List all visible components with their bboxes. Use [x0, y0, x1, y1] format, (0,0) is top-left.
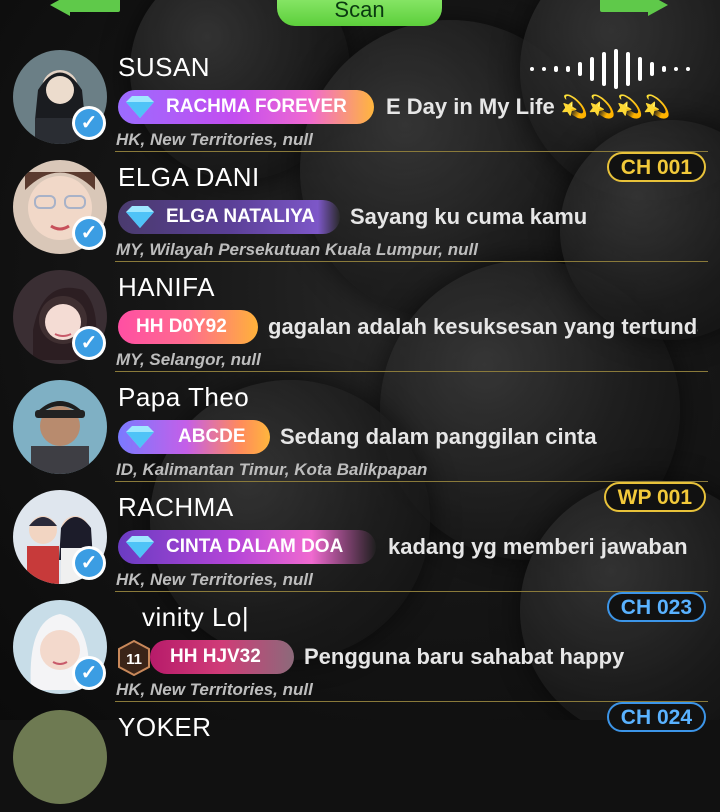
user-badge: RACHMA FOREVER: [118, 90, 374, 124]
user-badge-label: HH HJV32: [170, 646, 261, 667]
user-status: kadang yg memberi jawaban: [388, 534, 688, 559]
list-item[interactable]: ✓ RACHMA CINTA DALAM DOA kadang yg membe…: [0, 482, 720, 592]
verified-icon: ✓: [72, 656, 106, 690]
room-tag[interactable]: CH 001: [606, 152, 706, 182]
user-badge-label: HH D0Y92: [136, 316, 227, 337]
avatar[interactable]: [13, 710, 107, 804]
user-list: ✓ SUSAN RACHMA FOREVER E Day in My Life …: [0, 42, 720, 812]
verified-icon: ✓: [72, 326, 106, 360]
user-location: MY, Selangor, null: [116, 350, 261, 369]
diamond-icon: [118, 420, 162, 454]
user-badge: ABCDE: [118, 420, 270, 454]
arrow-left-icon[interactable]: [50, 0, 70, 16]
top-bar: Scan: [0, 0, 720, 36]
avatar[interactable]: [13, 380, 107, 474]
user-name: ELGA DANI: [118, 162, 260, 192]
user-name: Papa Theo: [118, 382, 250, 412]
user-location: MY, Wilayah Persekutuan Kuala Lumpur, nu…: [116, 240, 478, 259]
arrow-right-icon[interactable]: [648, 0, 668, 16]
room-tag[interactable]: WP 001: [603, 482, 706, 512]
user-location: HK, New Territories, null: [116, 680, 313, 699]
user-badge: ELGA NATALIYA: [118, 200, 340, 234]
arrow-left-tail[interactable]: [68, 0, 120, 12]
scan-button-label: Scan: [334, 0, 385, 22]
user-status: Sayang ku cuma kamu: [350, 204, 588, 229]
user-location: HK, New Territories, null: [116, 130, 313, 149]
diamond-icon: [118, 530, 162, 564]
list-item[interactable]: ✓ vinity Lo| 11 HH HJV32 Pengguna baru s…: [0, 592, 720, 702]
user-badge-label: ABCDE: [178, 426, 246, 447]
user-status: Sedang dalam panggilan cinta: [280, 424, 597, 449]
user-badge-label: ELGA NATALIYA: [166, 206, 315, 227]
audio-wave-icon: [530, 49, 700, 89]
user-badge: HH D0Y92: [118, 310, 258, 344]
user-badge-label: RACHMA FOREVER: [166, 96, 347, 117]
user-badge: CINTA DALAM DOA: [118, 530, 376, 564]
user-name: YOKER: [118, 712, 212, 742]
arrow-right-tail[interactable]: [600, 0, 650, 12]
user-name: SUSAN: [118, 52, 211, 82]
diamond-icon: [118, 200, 162, 234]
room-tag[interactable]: CH 024: [606, 702, 706, 732]
user-status: E Day in My Life 💫💫💫💫: [386, 94, 671, 119]
list-item[interactable]: ✓ SUSAN RACHMA FOREVER E Day in My Life …: [0, 42, 720, 152]
list-item[interactable]: ✓ ELGA DANI ELGA NATALIYA Sayang ku cuma…: [0, 152, 720, 262]
verified-icon: ✓: [72, 106, 106, 140]
user-name: RACHMA: [118, 492, 234, 522]
diamond-icon: [118, 90, 162, 124]
user-name: vinity Lo|: [142, 602, 250, 632]
verified-icon: ✓: [72, 216, 106, 250]
user-name: HANIFA: [118, 272, 215, 302]
user-status: gagalan adalah kesuksesan yang tertunda: [268, 314, 698, 339]
list-item[interactable]: Papa Theo ABCDE Sedang dalam panggilan c…: [0, 372, 720, 482]
user-badge-label: CINTA DALAM DOA: [166, 536, 344, 557]
user-badge: HH HJV32: [150, 640, 294, 674]
scan-button[interactable]: Scan: [277, 0, 442, 26]
list-item[interactable]: YOKER CH 024: [0, 702, 720, 812]
level-number: 11: [126, 651, 142, 668]
verified-icon: ✓: [72, 546, 106, 580]
list-item[interactable]: ✓ HANIFA HH D0Y92 gagalan adalah kesukse…: [0, 262, 720, 372]
level-icon: 11: [116, 639, 152, 677]
user-status: Pengguna baru sahabat happy: [304, 644, 625, 669]
user-location: ID, Kalimantan Timur, Kota Balikpapan: [116, 460, 428, 479]
room-tag[interactable]: CH 023: [606, 592, 706, 622]
user-location: HK, New Territories, null: [116, 570, 313, 589]
